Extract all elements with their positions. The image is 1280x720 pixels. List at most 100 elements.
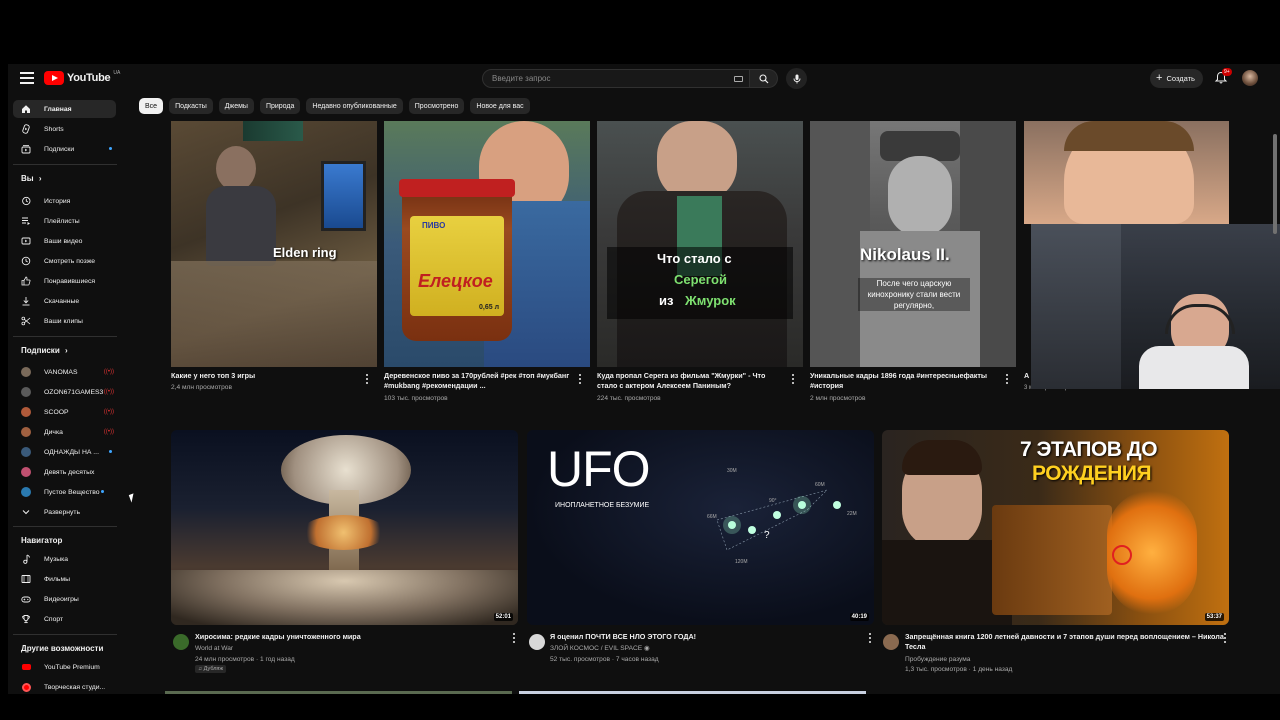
sidebar-channel-scoop[interactable]: SCOOP ((•)) [13, 403, 116, 421]
video-meta: 52 тыс. просмотров · 7 часов назад [550, 656, 659, 663]
create-button[interactable]: + Создать [1150, 69, 1203, 88]
voice-search-button[interactable] [786, 68, 807, 89]
video-meta: 2 млн просмотров [810, 395, 866, 402]
trophy-icon [22, 615, 30, 624]
sidebar-channel-ozon671games3[interactable]: OZON671GAMES3 ((•)) [13, 383, 116, 401]
streamer-shirt [1139, 346, 1249, 389]
sidebar-item-subscriptions[interactable]: Подписки [13, 140, 116, 158]
more-actions-icon[interactable] [1005, 374, 1009, 384]
video-title[interactable]: Я оценил ПОЧТИ ВСЕ НЛО ЭТОГО ГОДА! [550, 632, 860, 642]
channel-avatar[interactable] [173, 634, 189, 650]
chip-podcasts[interactable]: Подкасты [169, 98, 213, 114]
sidebar-item-history[interactable]: История [13, 192, 116, 210]
sidebar-item-watch-later[interactable]: Смотреть позже [13, 252, 116, 270]
thumbnail-overlay-text: Жмурок [685, 293, 736, 308]
sidebar-channel-dichka[interactable]: Дичка ((•)) [13, 423, 116, 441]
new-content-dot [109, 450, 112, 453]
youtube-logo[interactable]: YouTube UA [44, 70, 120, 85]
sidebar-item-downloads[interactable]: Скачанные [13, 292, 116, 310]
chevron-right-icon: › [38, 174, 42, 183]
more-actions-icon[interactable] [578, 374, 582, 384]
keyboard-icon[interactable] [734, 76, 743, 82]
chip-new-to-you[interactable]: Новое для вас [470, 98, 530, 114]
video-meta: 103 тыс. просмотров [384, 395, 448, 402]
sidebar-item-creative-studio[interactable]: Творческая студи... [13, 678, 116, 694]
sidebar-item-shorts[interactable]: Shorts [13, 120, 116, 138]
search-box [482, 69, 750, 88]
sidebar-item-clips[interactable]: Ваши клипы [13, 312, 116, 330]
video-thumbnail[interactable] [1024, 121, 1229, 224]
video-thumbnail[interactable]: 7 ЭТАПОВ ДО РОЖДЕНИЯ 53:37 [882, 430, 1229, 625]
chip-all[interactable]: Все [139, 98, 164, 114]
dubbing-badge: ♫ Дубляж [195, 665, 227, 673]
thumbnail-overlay-text: UFO [547, 441, 651, 497]
more-actions-icon[interactable] [512, 633, 516, 643]
account-avatar[interactable] [1242, 70, 1258, 86]
video-thumbnail-partial[interactable] [519, 691, 866, 694]
sidebar-item-videogames[interactable]: Видеоигры [13, 590, 116, 608]
video-thumbnail[interactable]: ПИВО Елецкое 0,65 л [384, 121, 590, 367]
expand-button[interactable]: Развернуть [13, 503, 116, 521]
sidebar-channel-pustoe-veshchestvo[interactable]: Пустое Вещество [13, 483, 116, 501]
more-actions-icon[interactable] [365, 374, 369, 384]
ufo-diagram: 60M 66M 30M 90° ? 120M 22M [707, 468, 857, 565]
sidebar-item-sport[interactable]: Спорт [13, 610, 116, 628]
video-title[interactable]: Деревенское пиво за 170рублей #рек #топ … [384, 371, 574, 391]
studio-icon [21, 682, 31, 692]
chip-jams[interactable]: Джемы [218, 98, 254, 114]
sidebar: Главная Shorts Подписки Вы › История Пле… [8, 94, 128, 694]
sidebar-item-liked[interactable]: Понравившиеся [13, 272, 116, 290]
ufo-label: 60M [815, 482, 825, 488]
video-thumbnail-partial[interactable] [165, 691, 512, 694]
channel-avatar[interactable] [883, 634, 899, 650]
subscriptions-icon [21, 145, 31, 154]
video-thumbnail[interactable]: UFO ИНОПЛАНЕТНОЕ БЕЗУМИЕ 60M 66M 30M 90°… [527, 430, 874, 625]
video-title[interactable]: Хиросима: редкие кадры уничтоженного мир… [195, 632, 505, 642]
your-videos-icon [21, 237, 31, 245]
channel-name[interactable]: ЗЛОЙ КОСМОС / EVIL SPACE ◉ [550, 644, 650, 654]
sidebar-item-music[interactable]: Музыка [13, 550, 116, 568]
subscriptions-section-title[interactable]: Подписки › [21, 346, 68, 355]
video-title[interactable]: Уникальные кадры 1896 года #интересныефа… [810, 371, 1000, 391]
sidebar-item-your-videos[interactable]: Ваши видео [13, 232, 116, 250]
more-actions-icon[interactable] [868, 633, 872, 643]
channel-avatar[interactable] [529, 634, 545, 650]
video-thumbnail[interactable]: Elden ring [171, 121, 377, 367]
ufo-label: 30M [727, 468, 737, 474]
video-thumbnail[interactable]: Nikolaus II. После чего царскую кинохрон… [810, 121, 1016, 367]
sidebar-item-films[interactable]: Фильмы [13, 570, 116, 588]
thumbnail-overlay-text: РОЖДЕНИЯ [1032, 462, 1152, 485]
sidebar-item-home[interactable]: Главная [13, 100, 116, 118]
video-title[interactable]: Куда пропал Серега из фильма "Жмурки" - … [597, 371, 787, 391]
channel-avatar [21, 467, 31, 477]
sidebar-channel-devyat-desyatyh[interactable]: Девять десятых [13, 463, 116, 481]
search-button[interactable] [750, 69, 778, 88]
sidebar-channel-vanomas[interactable]: VANOMAS ((•)) [13, 363, 116, 381]
sidebar-item-playlists[interactable]: Плейлисты [13, 212, 116, 230]
chip-watched[interactable]: Просмотрено [408, 98, 465, 114]
menu-icon[interactable] [20, 72, 34, 84]
channel-name[interactable]: World at War [195, 644, 233, 654]
search-input[interactable] [492, 74, 712, 83]
chip-nature[interactable]: Природа [259, 98, 301, 114]
sidebar-channel-odnazhdy[interactable]: ОДНАЖДЫ НА ... [13, 443, 116, 461]
video-title[interactable]: Какие у него топ 3 игры [171, 371, 361, 381]
video-thumbnail[interactable]: Что стало с Серегой из Жмурок [597, 121, 803, 367]
you-section-title[interactable]: Вы › [21, 174, 42, 183]
video-thumbnail[interactable]: 52:01 [171, 430, 518, 625]
scrollbar-thumb[interactable] [1273, 134, 1277, 234]
chip-recently-uploaded[interactable]: Недавно опубликованные [306, 98, 403, 114]
live-icon: ((•)) [103, 429, 114, 435]
more-actions-icon[interactable] [791, 374, 795, 384]
channel-name[interactable]: Пробуждение разума [905, 655, 970, 665]
thumbnail-overlay-text: из [659, 293, 674, 308]
floor-shape [171, 261, 377, 367]
ufo-label: 120M [735, 559, 748, 565]
sidebar-item-youtube-premium[interactable]: YouTube Premium [13, 658, 116, 676]
channel-avatar [21, 427, 31, 437]
film-icon [21, 575, 31, 583]
video-title[interactable]: Запрещённая книга 1200 летней давности и… [905, 632, 1225, 652]
book-shape [992, 505, 1112, 615]
more-actions-icon[interactable] [1223, 633, 1227, 643]
webcam-overlay [1031, 224, 1280, 389]
